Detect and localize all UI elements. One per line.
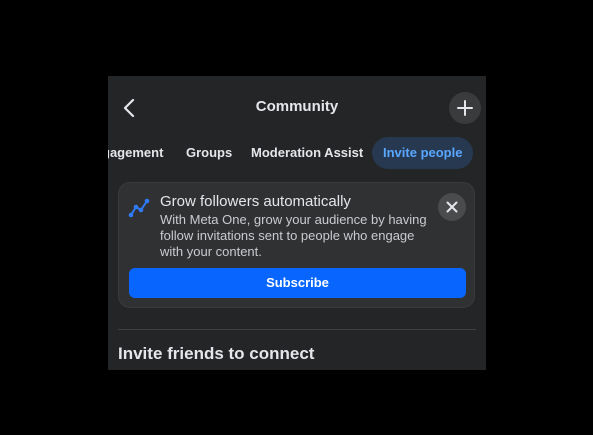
add-button[interactable] (449, 92, 481, 124)
promo-card: Grow followers automatically With Meta O… (118, 182, 475, 308)
close-icon (446, 201, 458, 213)
plus-icon (457, 100, 473, 116)
promo-description: With Meta One, grow your audience by hav… (160, 212, 427, 259)
community-screen: Community gagement Groups Moderation Ass… (108, 76, 486, 370)
tab-groups[interactable]: Groups (186, 137, 232, 169)
subscribe-button[interactable]: Subscribe (129, 268, 466, 298)
divider (118, 329, 476, 330)
tab-engagement[interactable]: gagement (108, 137, 163, 169)
tab-invite-people[interactable]: Invite people (372, 137, 474, 169)
tab-moderation-assist[interactable]: Moderation Assist (251, 137, 363, 169)
promo-title: Grow followers automatically (160, 193, 351, 210)
page-title: Community (255, 98, 339, 115)
trend-line-icon (128, 198, 150, 218)
close-button[interactable] (438, 193, 466, 221)
tab-bar: gagement Groups Moderation Assist Invite… (108, 137, 486, 169)
top-bar: Community (108, 76, 486, 140)
section-title: Invite friends to connect (118, 344, 315, 363)
